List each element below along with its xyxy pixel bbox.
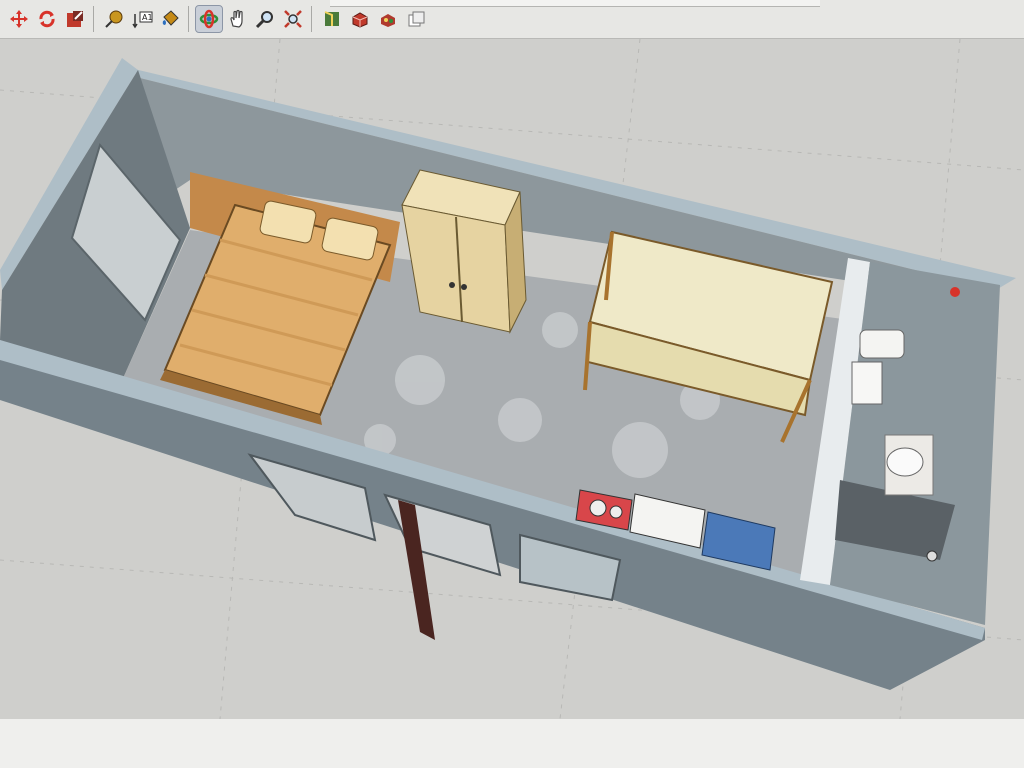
text-tool-icon[interactable]: A1 xyxy=(129,6,155,32)
scale-icon[interactable] xyxy=(62,6,88,32)
top-menu-strip xyxy=(330,0,820,7)
tape-measure-icon[interactable] xyxy=(101,6,127,32)
room-model xyxy=(0,38,1024,720)
orbit-icon[interactable] xyxy=(195,5,223,33)
rotate-icon[interactable] xyxy=(34,6,60,32)
toolbar-separator xyxy=(188,6,189,32)
wardrobe xyxy=(401,169,527,334)
move-icon[interactable] xyxy=(6,6,32,32)
washbasin xyxy=(884,434,934,496)
svg-text:A1: A1 xyxy=(142,13,153,22)
export-icon[interactable] xyxy=(403,6,429,32)
toolbar-separator xyxy=(93,6,94,32)
pan-icon[interactable] xyxy=(224,6,250,32)
paint-bucket-icon[interactable] xyxy=(157,6,183,32)
toolbar-separator xyxy=(311,6,312,32)
toolbar: A1 xyxy=(0,0,1024,39)
section-plane-icon[interactable] xyxy=(319,6,345,32)
zoom-extents-icon[interactable] xyxy=(280,6,306,32)
monitor-bezel xyxy=(0,719,1024,768)
3d-viewport[interactable] xyxy=(0,38,1024,720)
components-icon[interactable] xyxy=(347,6,373,32)
materials-icon[interactable] xyxy=(375,6,401,32)
zoom-icon[interactable] xyxy=(252,6,278,32)
shower-tap xyxy=(926,550,938,562)
